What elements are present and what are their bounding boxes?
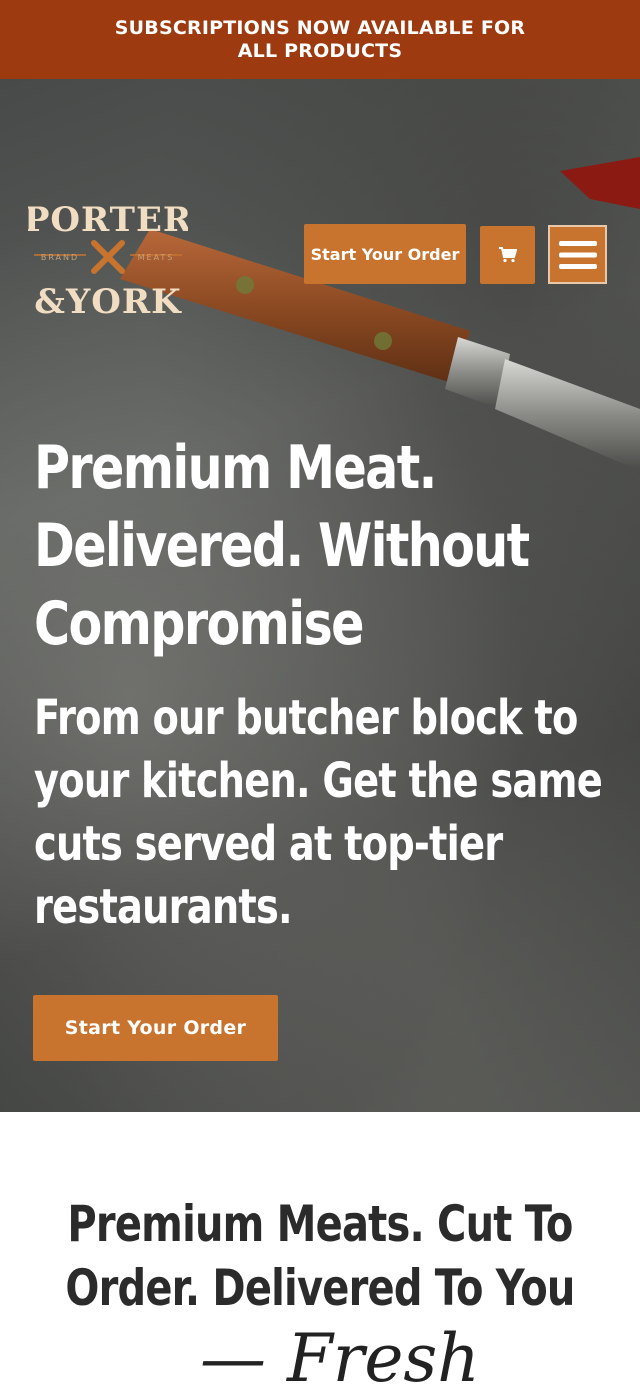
hero-title: Premium Meat. Delivered. Without Comprom… (34, 433, 530, 659)
announcement-banner: SUBSCRIPTIONS NOW AVAILABLE FOR ALL PROD… (0, 0, 640, 79)
hero-subtitle: From our butcher block to your kitchen. … (34, 690, 603, 935)
cart-button[interactable] (480, 226, 535, 284)
logo-top-text: PORTER (28, 200, 188, 240)
porter-york-logo[interactable]: PORTER BRAND MEATS &YORK (28, 187, 188, 327)
hamburger-menu-icon (558, 240, 597, 269)
menu-button[interactable] (548, 225, 607, 284)
header-start-order-button[interactable]: Start Your Order (304, 224, 466, 284)
logo-right-text: MEATS (138, 253, 175, 262)
cleaver-cross-icon (91, 240, 125, 274)
hero-start-order-button[interactable]: Start Your Order (33, 995, 278, 1061)
hero-section: PORTER BRAND MEATS &YORK Start Your Orde… (0, 79, 640, 1112)
script-tagline: — Fresh (200, 1320, 480, 1397)
announcement-text: SUBSCRIPTIONS NOW AVAILABLE FOR ALL PROD… (114, 16, 526, 62)
section-heading: Premium Meats. Cut To Order. Delivered T… (65, 1195, 575, 1317)
logo-left-text: BRAND (41, 253, 79, 262)
intro-section: Premium Meats. Cut To Order. Delivered T… (0, 1112, 640, 1394)
cart-icon (498, 247, 517, 263)
logo-bottom-text: &YORK (34, 282, 182, 322)
